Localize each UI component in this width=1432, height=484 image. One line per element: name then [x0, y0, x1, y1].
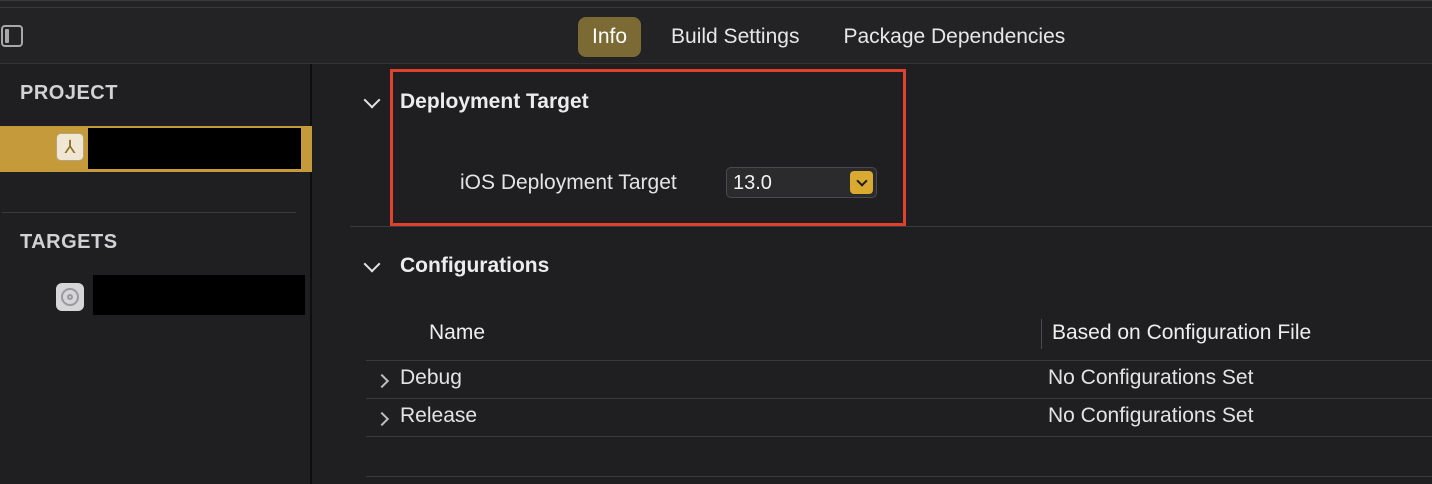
row-divider — [366, 436, 1432, 437]
section-divider — [350, 226, 1432, 227]
ios-deployment-target-popup[interactable]: 13.0 — [726, 167, 877, 198]
target-gear-icon — [56, 283, 84, 311]
column-separator — [1041, 319, 1042, 349]
chevron-right-icon[interactable] — [374, 411, 390, 427]
targets-section-header: TARGETS — [20, 231, 118, 253]
ios-deployment-target-label: iOS Deployment Target — [460, 171, 677, 194]
top-divider — [0, 7, 1432, 8]
column-header-config-file[interactable]: Based on Configuration File — [1052, 321, 1311, 345]
configurations-title: Configurations — [400, 254, 550, 277]
tab-package-dependencies[interactable]: Package Dependencies — [829, 17, 1079, 57]
app-project-icon: ⅄ — [56, 133, 84, 161]
tab-build-settings[interactable]: Build Settings — [657, 17, 813, 57]
tab-info[interactable]: Info — [578, 17, 642, 57]
editor-tabs: Info Build Settings Package Dependencies — [578, 17, 1095, 57]
chevron-down-icon[interactable] — [363, 91, 381, 109]
table-bottom-divider — [366, 476, 1432, 477]
sidebar-item-project[interactable]: ⅄ — [0, 126, 312, 172]
column-header-name[interactable]: Name — [429, 321, 485, 345]
editor-tab-bar: Info Build Settings Package Dependencies — [0, 0, 1432, 64]
chevron-down-icon[interactable] — [363, 255, 381, 273]
project-sidebar: PROJECT ⅄ TARGETS — [0, 64, 312, 484]
config-name: Debug — [400, 366, 462, 389]
config-file: No Configurations Set — [1048, 404, 1254, 427]
info-editor: Deployment Target iOS Deployment Target … — [314, 64, 1432, 484]
sidebar-divider — [2, 212, 296, 213]
sidebar-toggle-icon[interactable] — [1, 25, 23, 47]
popup-caret-icon[interactable] — [850, 171, 873, 194]
project-section-header: PROJECT — [20, 82, 118, 104]
redacted-project-name — [88, 128, 301, 169]
config-file: No Configurations Set — [1048, 366, 1254, 389]
sidebar-item-target[interactable] — [93, 275, 305, 315]
deployment-target-value: 13.0 — [733, 172, 772, 194]
chevron-right-icon[interactable] — [374, 373, 390, 389]
annotation-highlight-box — [390, 69, 906, 226]
row-divider — [366, 398, 1432, 399]
table-header-divider — [366, 360, 1432, 361]
xcode-project-editor: Info Build Settings Package Dependencies… — [0, 0, 1432, 484]
config-name: Release — [400, 404, 478, 427]
